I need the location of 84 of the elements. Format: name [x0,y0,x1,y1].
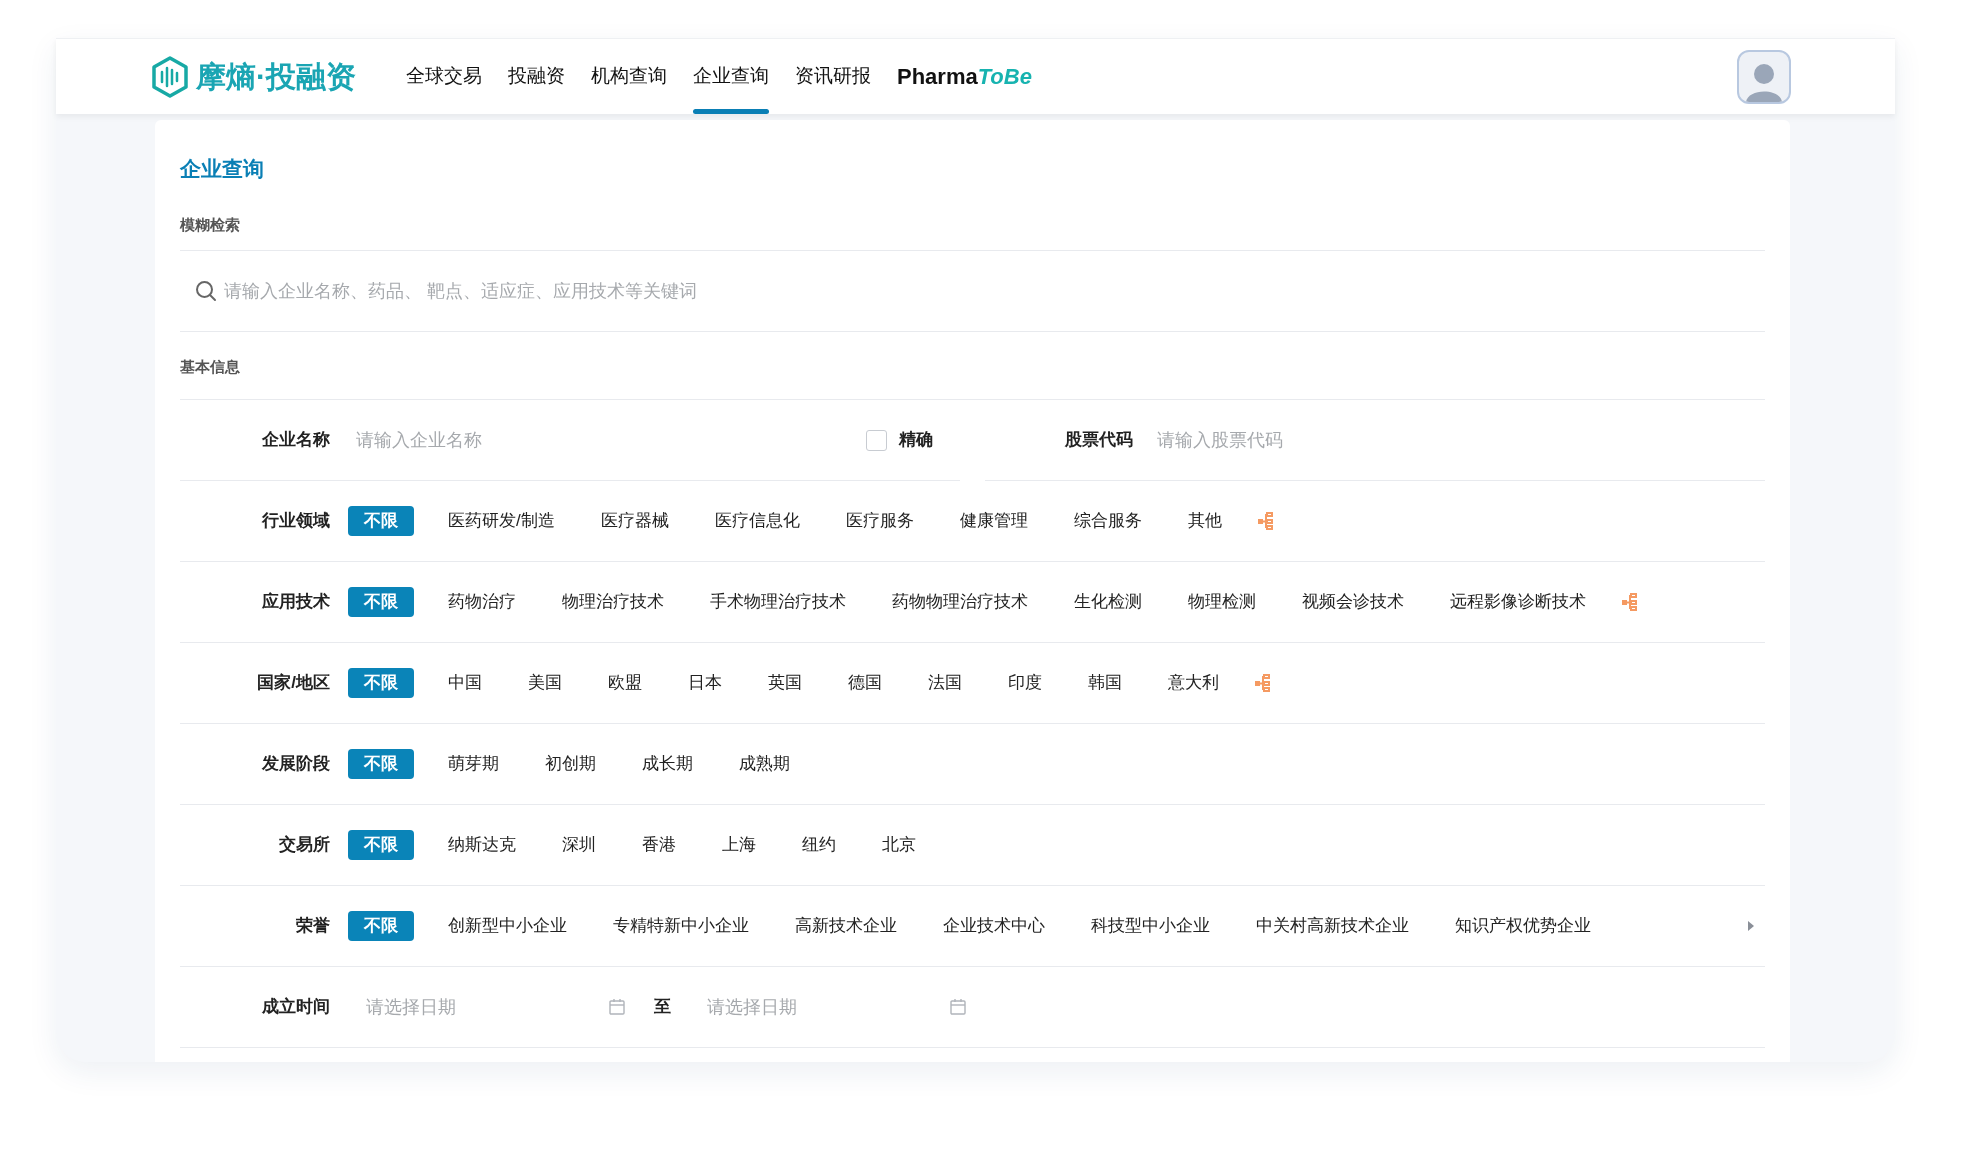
filter-option[interactable]: 欧盟 [596,668,654,698]
filter-option[interactable]: 美国 [516,668,574,698]
filter-label: 应用技术 [261,591,330,614]
filter-option[interactable]: 印度 [996,668,1054,698]
filter-option[interactable]: 英国 [756,668,814,698]
nav-tab[interactable]: 机构查询 [591,39,667,114]
brand-link[interactable]: PharmaToBe [897,39,1032,114]
filter-option[interactable]: 药物物理治疗技术 [880,587,1040,617]
filter-option[interactable]: 企业技术中心 [931,911,1057,941]
search-field[interactable]: 请输入企业名称、药品、 靶点、适应症、应用技术等关键词 [224,271,1124,311]
filter-option[interactable]: 纽约 [790,830,848,860]
filter-option[interactable]: 知识产权优势企业 [1443,911,1603,941]
calendar-icon [608,998,626,1016]
filter-option[interactable]: 不限 [348,749,414,779]
filter-option[interactable]: 初创期 [533,749,608,779]
filter-option[interactable]: 不限 [348,587,414,617]
nav-tab[interactable]: 企业查询 [693,39,769,114]
filter-option[interactable]: 药物治疗 [436,587,528,617]
avatar[interactable] [1737,49,1791,104]
filter-option[interactable]: 健康管理 [947,506,1040,536]
date-field[interactable]: 请选择日期 [366,993,608,1021]
filter-option[interactable]: 科技型中小企业 [1079,911,1222,941]
filter-option[interactable]: 不限 [348,668,414,698]
filter-option[interactable]: 专精特新中小企业 [601,911,761,941]
logo-icon [150,54,190,99]
date-field[interactable]: 请选择日期 [707,993,949,1021]
filter-option[interactable]: 物理检测 [1176,587,1268,617]
filter-option[interactable]: 中关村高新技术企业 [1244,911,1421,941]
filter-option[interactable]: 不限 [348,506,414,536]
filter-option[interactable]: 日本 [676,668,734,698]
filter-option[interactable]: 不限 [348,911,414,941]
filter-label: 发展阶段 [261,753,330,776]
filter-option[interactable]: 法国 [916,668,974,698]
filter-option[interactable]: 综合服务 [1061,506,1154,536]
calendar-icon [949,998,967,1016]
filter-option[interactable]: 香港 [630,830,688,860]
filter-label: 国家/地区 [256,672,330,695]
filter-option[interactable]: 医药研发/制造 [436,506,567,536]
search-icon [194,279,218,303]
filter-option[interactable]: 纳斯达克 [436,830,528,860]
filter-label: 荣誉 [295,915,330,938]
filter-option[interactable]: 成长期 [630,749,705,779]
tree-icon[interactable] [1622,593,1638,611]
checkbox[interactable] [866,429,887,451]
filter-label: 交易所 [278,834,330,857]
filter-option[interactable]: 物理治疗技术 [550,587,676,617]
filter-option[interactable]: 中国 [436,668,494,698]
nav-tab[interactable]: 资讯研报 [795,39,871,114]
filter-option[interactable]: 成熟期 [727,749,802,779]
tree-icon[interactable] [1255,674,1271,692]
filter-option[interactable]: 高新技术企业 [783,911,909,941]
caret-icon[interactable] [1747,920,1755,932]
filter-option[interactable]: 韩国 [1076,668,1134,698]
filter-option[interactable]: 德国 [836,668,894,698]
field-label: 企业名称 [261,429,330,452]
filter-option[interactable]: 医疗信息化 [702,506,812,536]
stock-code-field[interactable]: 请输入股票代码 [1157,426,1557,454]
filter-option[interactable]: 创新型中小企业 [436,911,579,941]
filter-option[interactable]: 视频会诊技术 [1290,587,1416,617]
logo-text: 摩熵·投融资 [196,59,356,95]
checkbox-label[interactable]: 精确 [899,427,933,453]
filter-option[interactable]: 远程影像诊断技术 [1438,587,1598,617]
filter-option[interactable]: 不限 [348,830,414,860]
page-title: 企业查询 [180,156,265,182]
tree-icon[interactable] [1257,512,1274,530]
filter-option[interactable]: 萌芽期 [436,749,511,779]
nav-tab[interactable]: 全球交易 [406,39,482,114]
filter-label: 行业领域 [261,510,330,533]
nav-tab[interactable]: 投融资 [508,39,565,114]
filter-option[interactable]: 北京 [870,830,928,860]
filter-option[interactable]: 意大利 [1156,668,1231,698]
filter-option[interactable]: 医疗服务 [833,506,926,536]
filter-option[interactable]: 深圳 [550,830,608,860]
filter-option[interactable]: 上海 [710,830,768,860]
company-name-field[interactable]: 请输入企业名称 [356,426,836,454]
field-label: 股票代码 [1065,429,1133,452]
section-label: 基本信息 [180,331,1765,399]
filter-option[interactable]: 其他 [1175,506,1234,536]
filter-label: 成立时间 [261,996,330,1019]
filter-option[interactable]: 手术物理治疗技术 [698,587,858,617]
filter-option[interactable]: 生化检测 [1062,587,1154,617]
section-label: 模糊检索 [180,215,241,235]
filter-option[interactable]: 医疗器械 [588,506,681,536]
date-separator: 至 [654,996,671,1019]
